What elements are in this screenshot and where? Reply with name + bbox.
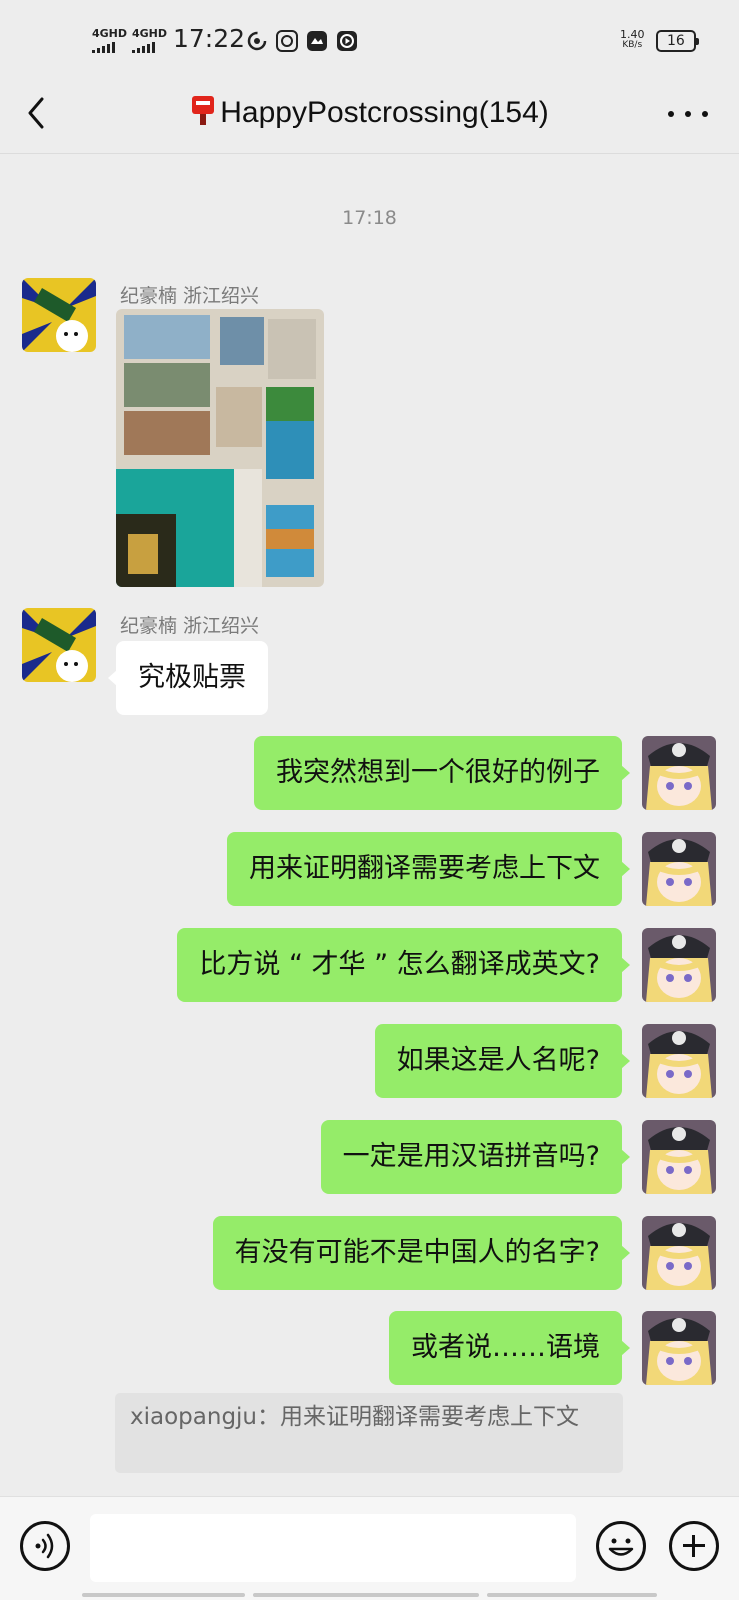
play-app-icon xyxy=(337,31,357,51)
outgoing-message-bubble[interactable]: 有没有可能不是中国人的名字? xyxy=(212,1216,631,1290)
plus-icon[interactable] xyxy=(669,1521,719,1571)
outgoing-message-bubble[interactable]: 如果这是人名呢? xyxy=(374,1024,631,1098)
stamps-photo[interactable] xyxy=(116,309,324,587)
network-speed-value: 1.40 xyxy=(620,28,645,41)
chat-title: HappyPostcrossing(154) xyxy=(0,94,739,130)
own-avatar[interactable] xyxy=(642,1024,716,1098)
signal-indicator-2: 4GHD xyxy=(132,28,167,53)
qq-app-icon xyxy=(276,30,298,52)
own-avatar[interactable] xyxy=(642,736,716,810)
outgoing-message-bubble[interactable]: 或者说……语境 xyxy=(389,1311,630,1385)
outgoing-message-bubble[interactable]: 我突然想到一个很好的例子 xyxy=(254,736,630,810)
message-input[interactable] xyxy=(90,1514,576,1582)
signal-indicator-1: 4GHD xyxy=(92,28,127,53)
message-timestamp: 17:18 xyxy=(342,207,397,229)
signal-label-2: 4GHD xyxy=(132,27,168,40)
sender-name: 纪豪楠 浙江绍兴 xyxy=(120,615,260,637)
nav-bar-segment xyxy=(253,1593,479,1597)
network-speed: 1.40 KB/s xyxy=(620,29,645,51)
incoming-message-bubble[interactable]: 究极贴票 xyxy=(108,641,268,715)
nav-bar-segment xyxy=(82,1593,245,1597)
own-avatar[interactable] xyxy=(642,1311,716,1385)
chat-title-text: HappyPostcrossing(154) xyxy=(220,96,549,129)
sender-name: 纪豪楠 浙江绍兴 xyxy=(120,285,260,307)
status-bar: 4GHD 4GHD 17:22 1.40 KB/s 16 xyxy=(0,0,739,80)
outgoing-message-bubble[interactable]: 比方说 “ 才华 ” 怎么翻译成英文? xyxy=(177,928,630,1002)
app-notification-icon xyxy=(307,31,327,51)
spinner-icon xyxy=(247,31,267,51)
own-avatar[interactable] xyxy=(642,1216,716,1290)
own-avatar[interactable] xyxy=(642,832,716,906)
clock: 17:22 xyxy=(173,24,246,53)
own-avatar[interactable] xyxy=(642,928,716,1002)
emoji-icon[interactable] xyxy=(596,1521,646,1571)
sender-avatar[interactable] xyxy=(22,608,96,682)
outgoing-message-bubble[interactable]: 一定是用汉语拼音吗? xyxy=(320,1120,631,1194)
outgoing-message-bubble[interactable]: 用来证明翻译需要考虑上下文 xyxy=(227,832,630,906)
battery-indicator: 16 xyxy=(656,30,699,52)
battery-level: 16 xyxy=(667,33,685,49)
quoted-message[interactable]: xiaopangju：用来证明翻译需要考虑上下文 xyxy=(115,1393,623,1473)
nav-bar-segment xyxy=(487,1593,657,1597)
chat-header: HappyPostcrossing(154) xyxy=(0,80,739,154)
voice-icon[interactable] xyxy=(20,1521,70,1571)
own-avatar[interactable] xyxy=(642,1120,716,1194)
input-bar xyxy=(0,1496,739,1600)
sender-avatar[interactable] xyxy=(22,278,96,352)
signal-label-1: 4GHD xyxy=(92,27,128,40)
more-dots-icon[interactable] xyxy=(668,108,708,120)
mailbox-emoji-icon xyxy=(192,96,215,125)
network-speed-unit: KB/s xyxy=(622,40,643,50)
